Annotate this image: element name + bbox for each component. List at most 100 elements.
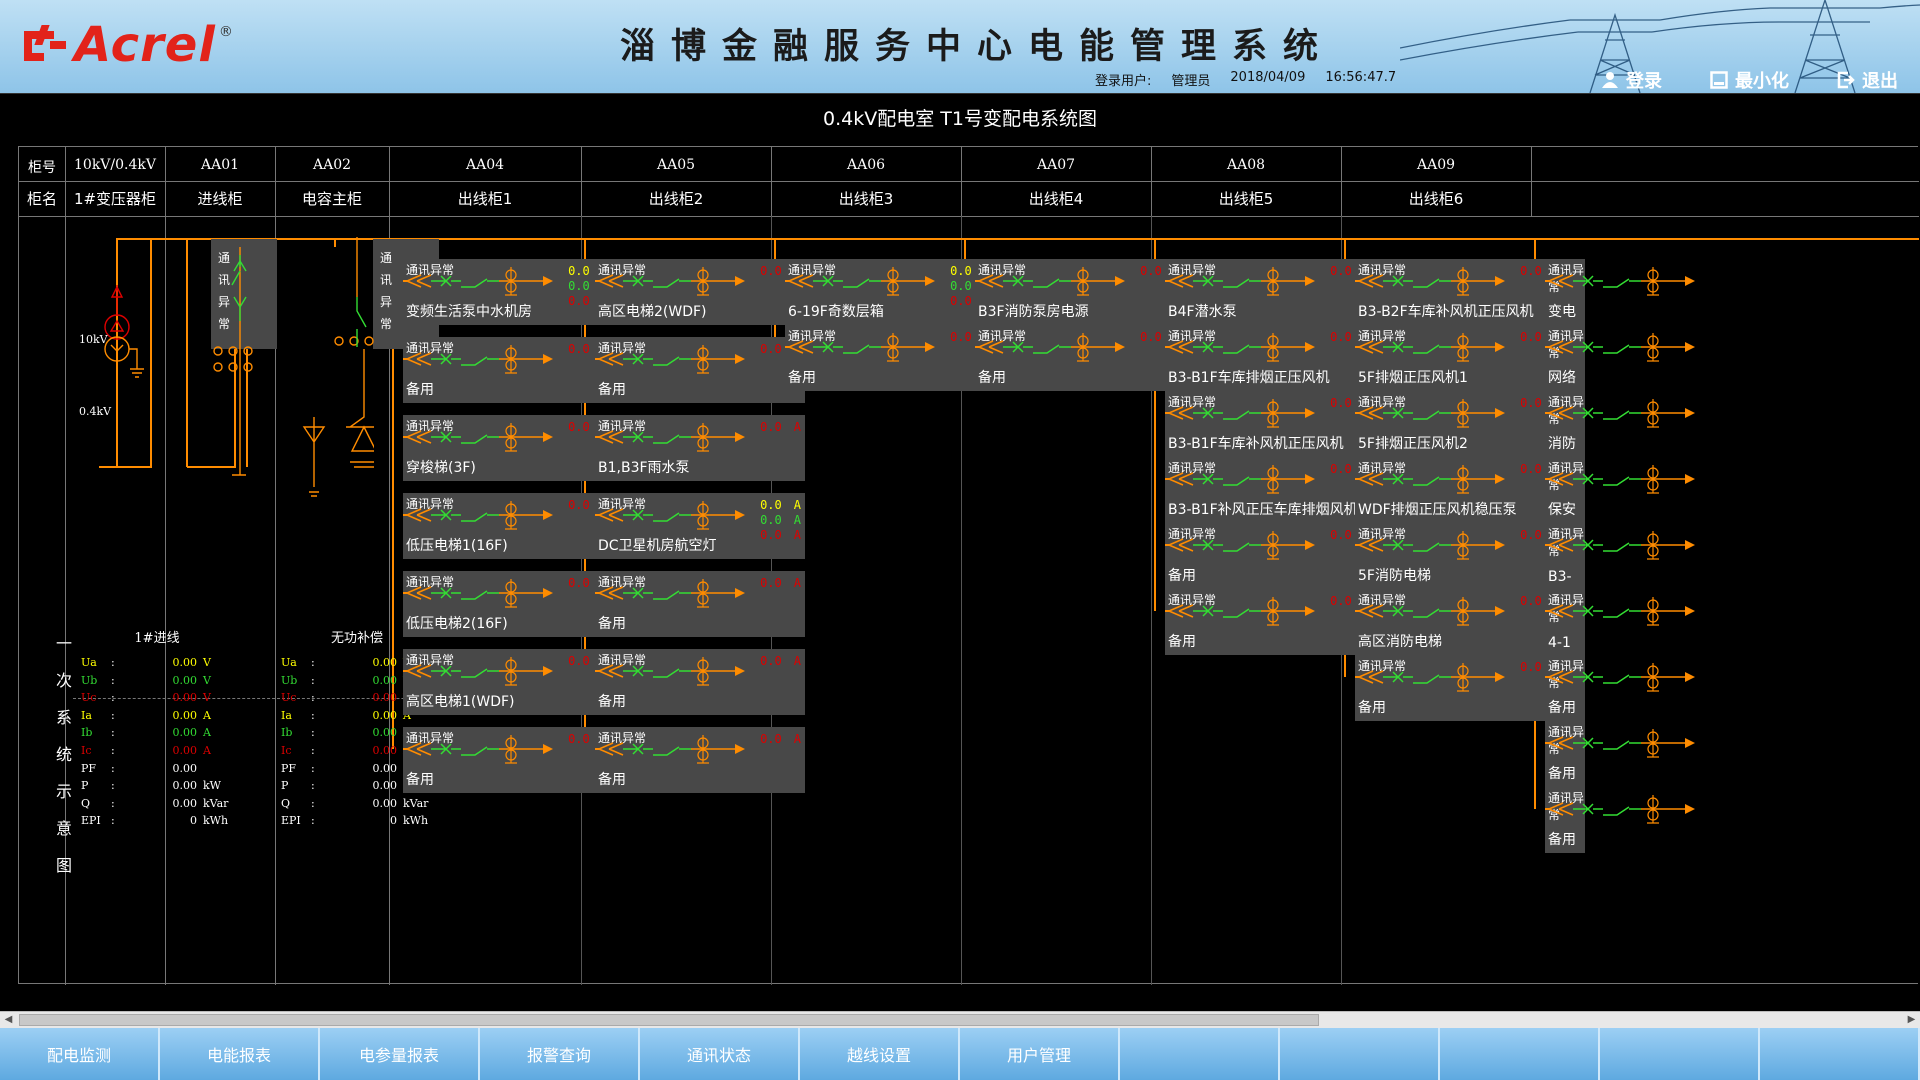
feeder-name: 备用 xyxy=(1548,766,1576,782)
meter-row: PF: 0.00 xyxy=(81,760,233,778)
meter-row: EPI: 0 kWh xyxy=(281,812,433,830)
reading-value: 0.0 xyxy=(568,576,590,590)
feeder-panel[interactable]: 通讯异常0.0A低压电梯1(16F) xyxy=(403,493,613,559)
feeder-name: B3F消防泵房电源 xyxy=(978,304,1089,320)
meter-separator: : xyxy=(111,761,115,775)
scroll-right-icon[interactable]: ▶ xyxy=(1903,1012,1920,1029)
feeder-panel[interactable]: 通讯异常 变电 xyxy=(1545,259,1695,325)
feeder-name: 高区电梯1(WDF) xyxy=(406,694,515,710)
feeder-name: 备用 xyxy=(406,382,434,398)
feeder-panel[interactable]: 通讯异常0.0A0.0A0.0A6-19F奇数层箱 xyxy=(785,259,995,325)
feeder-panel[interactable]: 通讯异常0.0A低压电梯2(16F) xyxy=(403,571,613,637)
meter-readout: 1#进线 Ua: 0.00 V Ub: 0.00 V Uc: 0.00 V Ia: 0.00 A Ib: 0… xyxy=(81,627,233,830)
reading-value: 0.0 xyxy=(1330,396,1352,410)
feeder-panel[interactable]: 通讯异常0.0AB4F潜水泵 xyxy=(1165,259,1375,325)
meter-value: 0.00 xyxy=(372,743,398,757)
meter-separator: : xyxy=(111,673,115,687)
registered-mark: ® xyxy=(218,24,233,40)
reading-value: 0.0 xyxy=(568,342,590,356)
nav-button[interactable]: 配电监测 xyxy=(0,1028,160,1080)
feeder-panel[interactable]: 通讯异常0.0A5F消防电梯 xyxy=(1355,523,1565,589)
current-time: 16:56:47.7 xyxy=(1325,70,1397,85)
feeder-name: 变电 xyxy=(1548,304,1576,320)
system-diagram: 0.4kV配电室 T1号变配电系统图 柜号 柜名 10kV/0.4kV 1#变压器… xyxy=(0,93,1920,1011)
meter-label: EPI xyxy=(281,814,301,828)
meter-unit: kVar xyxy=(203,796,229,810)
meter-value: 0.00 xyxy=(172,708,198,722)
nav-button[interactable]: 电参量报表 xyxy=(320,1028,480,1080)
reading-unit: A xyxy=(793,732,801,746)
feeder-panel[interactable]: 通讯异常0.0A备用 xyxy=(595,727,805,793)
feeder-panel[interactable]: 通讯异常 备用 xyxy=(1545,721,1695,787)
feeder-panel[interactable]: 通讯异常 B3- xyxy=(1545,523,1695,589)
nav-button[interactable]: 越线设置 xyxy=(800,1028,960,1080)
feeder-panel[interactable]: 通讯异常0.0A备用 xyxy=(595,337,805,403)
scroll-thumb[interactable] xyxy=(19,1014,1319,1026)
feeder-panel[interactable]: 通讯异常0.0AB3F消防泵房电源 xyxy=(975,259,1185,325)
horizontal-scrollbar[interactable]: ◀ ▶ xyxy=(0,1011,1920,1028)
feeder-reading xyxy=(760,747,801,762)
feeder-name: 网络 xyxy=(1548,370,1576,386)
meter-separator: : xyxy=(111,656,115,669)
feeder-panel[interactable]: 通讯异常0.0AB3-B1F车库补风机正压风机 xyxy=(1165,391,1375,457)
feeder-reading xyxy=(760,591,801,606)
feeder-name: 备用 xyxy=(1168,634,1196,650)
feeder-panel[interactable]: 通讯异常0.0A高区消防电梯 xyxy=(1355,589,1565,655)
login-button[interactable]: 登录 xyxy=(1601,67,1662,93)
feeder-panel[interactable]: 通讯异常 0.0 A 0.0 A 0.0 A DC卫星机房航空灯 xyxy=(595,493,805,559)
feeder-panel[interactable]: 通讯异常0.0AB3-B1F车库排烟正压风机 xyxy=(1165,325,1375,391)
meter-value: 0.00 xyxy=(172,796,198,810)
feeder-panel[interactable]: 通讯异常0.0A备用 xyxy=(595,571,805,637)
feeder-panel[interactable]: 通讯异常0.0AB3-B1F补风正压车库排烟风机 xyxy=(1165,457,1375,523)
feeder-name: 备用 xyxy=(1168,568,1196,584)
exit-button[interactable]: 退出 xyxy=(1837,67,1898,93)
nav-button[interactable]: 电能报表 xyxy=(160,1028,320,1080)
feeder-panel[interactable]: 通讯异常 备用 xyxy=(1545,655,1695,721)
meter-separator: : xyxy=(311,796,315,810)
meter-row: Ua: 0.00 V xyxy=(81,654,233,672)
nav-button[interactable]: 通讯状态 xyxy=(640,1028,800,1080)
reading-value: 0.0 xyxy=(1330,462,1352,476)
feeder-panel[interactable]: 通讯异常 4-1 xyxy=(1545,589,1695,655)
meter-label: PF xyxy=(81,761,97,775)
feeder-panel[interactable]: 通讯异常0.0A0.0A0.0A变频生活泵中水机房 xyxy=(403,259,613,325)
feeder-panel[interactable]: 通讯异常 0.0 A B1,B3F雨水泵 xyxy=(595,415,805,481)
logo-text: Acrel xyxy=(74,17,216,73)
feeder-panel[interactable]: 通讯异常0.0A高区电梯2(WDF) xyxy=(595,259,805,325)
feeder-panel[interactable]: 通讯异常0.0A5F排烟正压风机1 xyxy=(1355,325,1565,391)
scroll-left-icon[interactable]: ◀ xyxy=(0,1012,17,1029)
feeder-panel[interactable]: 通讯异常0.0A高区电梯1(WDF) xyxy=(403,649,613,715)
feeder-panel[interactable]: 通讯异常0.0A穿梭梯(3F) xyxy=(403,415,613,481)
feeder-name: B3-B1F补风正压车库排烟风机 xyxy=(1168,502,1358,518)
feeder-panel[interactable]: 通讯异常0.0A备用 xyxy=(975,325,1185,391)
reading-value: 0.0 xyxy=(1330,264,1352,278)
feeder-panel[interactable]: 通讯异常 保安 xyxy=(1545,457,1695,523)
feeder-panel[interactable]: 通讯异常0.0A备用 xyxy=(403,727,613,793)
feeder-panel[interactable]: 通讯异常0.0A备用 xyxy=(403,337,613,403)
meter-value: 0.00 xyxy=(172,761,198,775)
feeder-panel[interactable]: 通讯异常0.0AB3-B2F车库补风机正压风机 xyxy=(1355,259,1565,325)
nav-button[interactable]: 用户管理 xyxy=(960,1028,1120,1080)
feeder-name: 变频生活泵中水机房 xyxy=(406,304,532,320)
feeder-panel[interactable]: 通讯异常0.0A备用 xyxy=(1165,589,1375,655)
feeder-panel[interactable]: 通讯异常 网络 xyxy=(1545,325,1695,391)
feeder-panel[interactable]: 通讯异常0.0A备用 xyxy=(785,325,995,391)
feeder-panel[interactable]: 通讯异常0.0A5F排烟正压风机2 xyxy=(1355,391,1565,457)
meter-label: PF xyxy=(281,761,297,775)
meter-label: Ub xyxy=(281,673,298,687)
feeder-panel[interactable]: 通讯异常 消防 xyxy=(1545,391,1695,457)
nav-button[interactable]: 报警查询 xyxy=(480,1028,640,1080)
meter-label: Uc xyxy=(281,691,297,705)
feeder-panel[interactable]: 通讯异常0.0A备用 xyxy=(595,649,805,715)
feeder-panel[interactable]: 通讯异常0.0A备用 xyxy=(1355,655,1565,721)
feeder-name: 低压电梯2(16F) xyxy=(406,616,508,632)
feeder-panel[interactable]: 通讯异常0.0A备用 xyxy=(1165,523,1375,589)
meter-row: Q: 0.00 kVar xyxy=(281,795,433,813)
nav-placeholder xyxy=(1280,1028,1440,1080)
side-label: 一次系统示意图 xyxy=(55,634,72,875)
minimize-button[interactable]: 最小化 xyxy=(1710,67,1789,93)
meter-value: 0.00 xyxy=(372,726,398,740)
feeder-panel[interactable]: 通讯异常0.0AWDF排烟正压风机稳压泵 xyxy=(1355,457,1565,523)
meter-value: 0.00 xyxy=(172,726,198,740)
feeder-panel[interactable]: 通讯异常 备用 xyxy=(1545,787,1695,853)
